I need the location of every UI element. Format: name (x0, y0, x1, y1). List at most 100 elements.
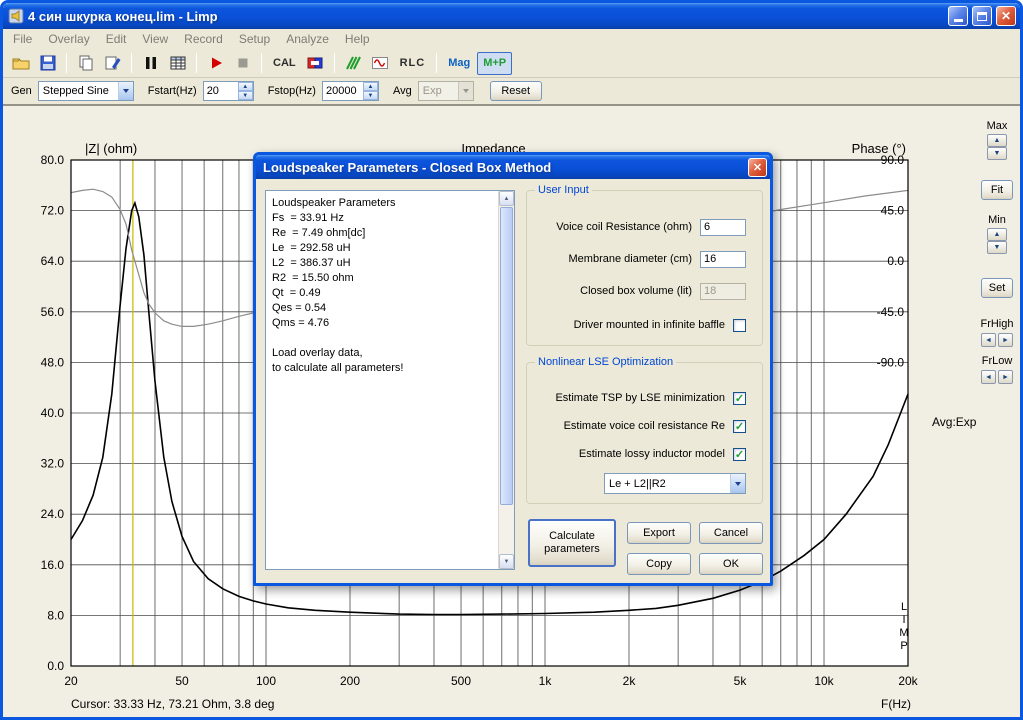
membrane-diameter-input[interactable] (700, 250, 746, 268)
estimate-tsp-checkbox[interactable]: ✓ (733, 391, 746, 405)
open-button[interactable] (8, 52, 33, 75)
menu-edit[interactable]: Edit (98, 30, 135, 48)
parameters-text: Loudspeaker Parameters Fs = 33.91 Hz Re … (272, 197, 404, 374)
export-button[interactable]: Export (627, 522, 691, 544)
scroll-down-button[interactable]: ▼ (499, 554, 514, 569)
svg-text:50: 50 (175, 674, 189, 688)
frhigh-left-button[interactable]: ◄ (981, 333, 996, 347)
table-view-button[interactable] (165, 52, 190, 75)
menu-file[interactable]: File (5, 30, 40, 48)
spin-down-button[interactable]: ▼ (362, 91, 378, 100)
cursor-readout: Cursor: 33.33 Hz, 73.21 Ohm, 3.8 deg (71, 697, 275, 711)
svg-text:M: M (899, 627, 908, 639)
max-up-button[interactable]: ▲ (987, 134, 1007, 147)
close-icon: ✕ (752, 161, 763, 174)
scroll-up-button[interactable]: ▲ (499, 191, 514, 206)
fstart-label: Fstart(Hz) (147, 85, 197, 97)
floppy-icon (40, 55, 55, 71)
voice-coil-resistance-input[interactable] (700, 218, 746, 236)
fstart-input[interactable] (203, 82, 238, 100)
fstop-spinner: ▲▼ (321, 81, 379, 101)
chevron-down-icon[interactable] (730, 474, 745, 493)
svg-text:100: 100 (256, 674, 276, 688)
estimate-re-checkbox[interactable]: ✓ (733, 419, 746, 433)
chevron-down-icon[interactable] (117, 82, 133, 100)
dialog-close-button[interactable]: ✕ (748, 157, 767, 177)
time-record-button[interactable] (138, 52, 163, 75)
copy-button[interactable]: Copy (627, 553, 691, 575)
frhigh-right-button[interactable]: ► (998, 333, 1013, 347)
toolbar-separator (66, 53, 67, 73)
soundcard-button[interactable] (303, 52, 328, 75)
scrollbar-thumb[interactable] (500, 207, 513, 505)
spin-up-button[interactable]: ▲ (237, 82, 253, 91)
titlebar[interactable]: 4 син шкурка конец.lim - Limp ✕ (3, 3, 1020, 29)
max-spinner: ▲ ▼ (987, 134, 1007, 160)
set-button[interactable]: Set (981, 278, 1013, 298)
svg-text:2k: 2k (623, 674, 637, 688)
calculate-parameters-button[interactable]: Calculate parameters (528, 519, 616, 567)
window-title: 4 син шкурка конец.lim - Limp (28, 8, 218, 24)
table-icon (170, 56, 185, 70)
mag-button[interactable]: Mag (443, 52, 475, 75)
cancel-button[interactable]: Cancel (699, 522, 763, 544)
play-icon (211, 57, 222, 69)
min-up-button[interactable]: ▲ (987, 228, 1007, 241)
max-down-button[interactable]: ▼ (987, 147, 1007, 160)
ok-button[interactable]: OK (699, 553, 763, 575)
min-label: Min (988, 214, 1006, 226)
spectrum-button[interactable] (341, 52, 366, 75)
max-label: Max (986, 120, 1008, 132)
menu-analyze[interactable]: Analyze (278, 30, 337, 48)
stop-button[interactable] (230, 52, 255, 75)
cal-button[interactable]: CAL (268, 52, 301, 75)
menu-record[interactable]: Record (176, 30, 231, 48)
scrollbar[interactable]: ▲ ▼ (498, 191, 514, 569)
svg-text:-45.0: -45.0 (877, 305, 905, 319)
arrow-right-icon: ► (1002, 373, 1009, 381)
form-row: Voice coil Resistance (ohm) (556, 218, 746, 236)
annotate-button[interactable] (100, 52, 125, 75)
generator-type-select[interactable]: Stepped Sine (37, 81, 134, 101)
fit-button[interactable]: Fit (981, 180, 1013, 200)
pause-bars-icon (145, 57, 156, 69)
min-down-button[interactable]: ▼ (987, 241, 1007, 254)
close-button[interactable]: ✕ (996, 6, 1016, 26)
copy-button[interactable] (73, 52, 98, 75)
menu-setup[interactable]: Setup (231, 30, 278, 48)
toolbar-separator (131, 53, 132, 73)
maximize-button[interactable] (972, 6, 992, 26)
svg-text:L: L (901, 601, 907, 613)
save-button[interactable] (35, 52, 60, 75)
frlow-left-button[interactable]: ◄ (981, 370, 996, 384)
pen-icon (105, 56, 120, 70)
start-button[interactable] (203, 52, 228, 75)
fstop-input[interactable] (322, 82, 363, 100)
reset-button[interactable]: Reset (489, 81, 542, 101)
field-label: Voice coil Resistance (ohm) (556, 221, 692, 233)
x-axis-label: F(Hz) (881, 697, 911, 711)
dialog-titlebar[interactable]: Loudspeaker Parameters - Closed Box Meth… (256, 155, 770, 179)
spin-up-button[interactable]: ▲ (362, 82, 378, 91)
spin-down-button[interactable]: ▼ (237, 91, 253, 100)
mag-phase-button[interactable]: M+P (477, 51, 513, 75)
parameters-list[interactable]: Loudspeaker Parameters Fs = 33.91 Hz Re … (265, 190, 515, 570)
inductor-model-select[interactable]: Le + L2||R2 (604, 473, 746, 494)
arrow-left-icon: ◄ (985, 336, 992, 344)
menu-view[interactable]: View (134, 30, 176, 48)
infinite-baffle-checkbox[interactable] (733, 318, 746, 332)
menu-help[interactable]: Help (337, 30, 378, 48)
menubar: File Overlay Edit View Record Setup Anal… (3, 29, 1020, 49)
frlow-right-button[interactable]: ► (998, 370, 1013, 384)
estimate-inductor-checkbox[interactable]: ✓ (733, 447, 746, 461)
menu-overlay[interactable]: Overlay (40, 30, 97, 48)
scale-panel: Max ▲ ▼ Fit Min ▲ ▼ Set FrHigh ◄ ► FrLow… (972, 106, 1020, 384)
minimize-button[interactable] (948, 6, 968, 26)
field-label: Estimate TSP by LSE minimization (555, 392, 725, 404)
generator-type-value: Stepped Sine (42, 85, 109, 97)
svg-text:40.0: 40.0 (41, 406, 65, 420)
generator-label: Gen (11, 85, 32, 97)
rlc-button[interactable]: RLC (395, 52, 431, 75)
sine-button[interactable] (368, 52, 393, 75)
form-row: Estimate lossy inductor model ✓ (579, 445, 746, 463)
